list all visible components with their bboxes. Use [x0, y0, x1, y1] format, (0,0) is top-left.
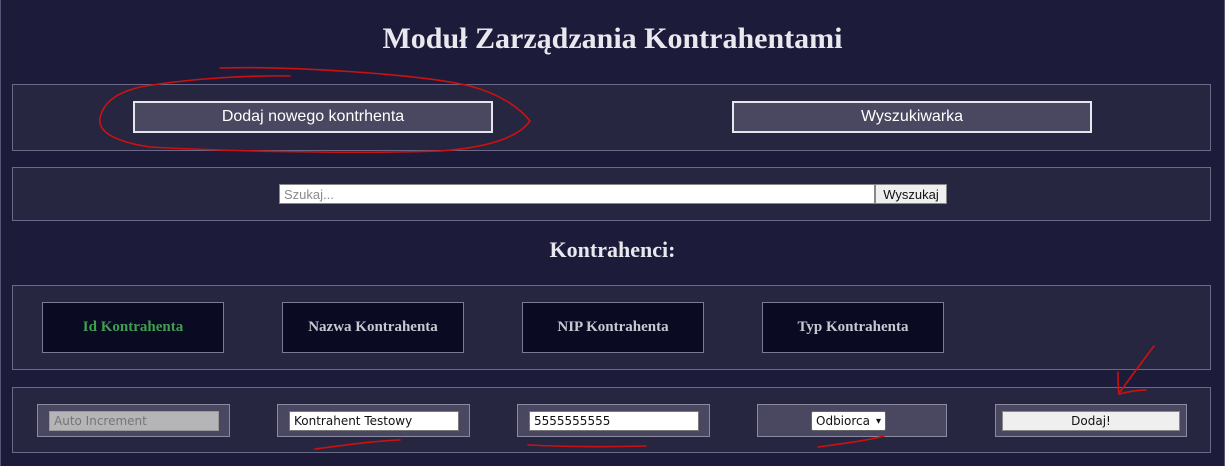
add-form-panel: Odbiorca ▾ Dodaj!	[12, 387, 1211, 453]
type-select[interactable]: Odbiorca ▾	[811, 411, 887, 431]
column-header-id[interactable]: Id Kontrahenta	[42, 302, 224, 353]
type-select-value: Odbiorca	[816, 414, 870, 428]
search-panel: Wyszukaj	[12, 167, 1211, 221]
nip-field[interactable]	[529, 411, 699, 431]
id-cell	[37, 404, 230, 437]
name-field[interactable]	[289, 411, 459, 431]
search-button[interactable]: Wyszukaj	[875, 184, 947, 204]
add-submit-button[interactable]: Dodaj!	[1002, 411, 1180, 431]
section-title: Kontrahenci:	[549, 237, 676, 262]
name-cell	[277, 404, 470, 437]
search-input[interactable]	[279, 184, 875, 204]
table-header-panel: Id Kontrahenta Nazwa Kontrahenta NIP Kon…	[12, 285, 1211, 370]
nip-cell	[517, 404, 710, 437]
page-title: Moduł Zarządzania Kontrahentami	[382, 22, 843, 55]
id-field	[49, 411, 219, 431]
chevron-down-icon: ▾	[875, 415, 882, 427]
column-header-nip[interactable]: NIP Kontrahenta	[522, 302, 704, 353]
nav-panel: Dodaj nowego kontrhenta Wyszukiwarka	[12, 84, 1211, 151]
search-module-button[interactable]: Wyszukiwarka	[732, 101, 1092, 133]
column-header-name[interactable]: Nazwa Kontrahenta	[282, 302, 464, 353]
submit-cell: Dodaj!	[995, 404, 1187, 437]
column-header-type[interactable]: Typ Kontrahenta	[762, 302, 944, 353]
type-cell: Odbiorca ▾	[757, 404, 947, 437]
add-contractor-button[interactable]: Dodaj nowego kontrhenta	[133, 101, 493, 133]
